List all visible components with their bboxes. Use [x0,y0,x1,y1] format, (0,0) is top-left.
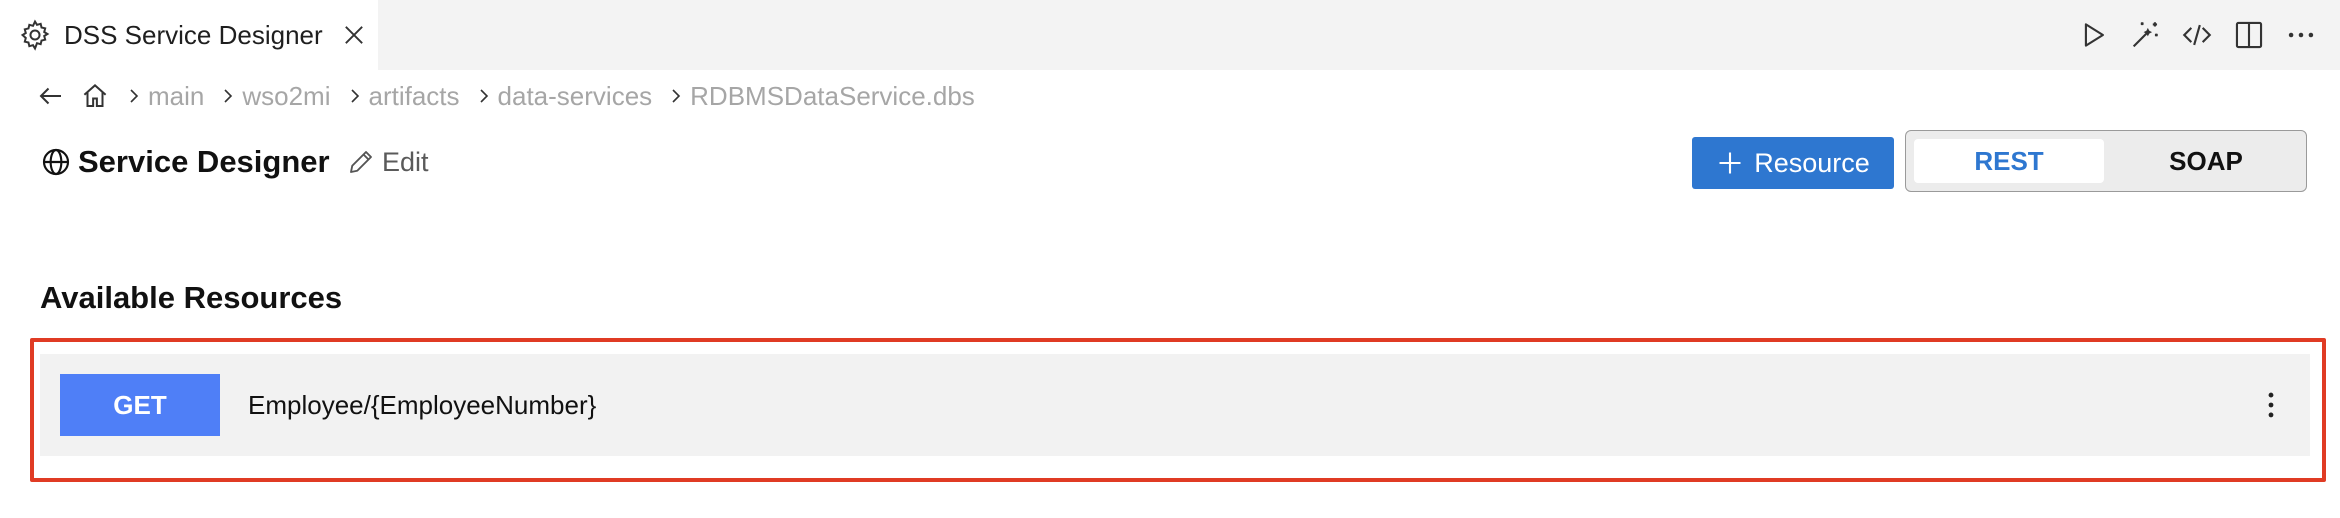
chevron-right-icon [224,89,233,103]
chevron-right-icon [350,89,359,103]
tab-title: DSS Service Designer [64,20,323,50]
chevron-right-icon [479,89,488,103]
edit-label: Edit [382,146,429,177]
edit-button[interactable]: Edit [346,144,429,180]
split-editor-icon[interactable] [2232,18,2266,52]
method-badge-get: GET [60,374,220,436]
code-icon[interactable] [2180,18,2214,52]
plus-icon [1719,152,1741,174]
add-resource-label: Resource [1754,147,1870,178]
add-resource-button[interactable]: Resource [1692,137,1894,189]
breadcrumb-item-file[interactable]: RDBMSDataService.dbs [690,81,975,112]
breadcrumb-item-wso2mi[interactable]: wso2mi [242,81,330,112]
breadcrumb-item-main[interactable]: main [148,81,204,112]
globe-icon [42,148,70,176]
resource-row[interactable]: GET Employee/{EmployeeNumber} [40,354,2310,456]
close-icon[interactable] [340,21,368,49]
magic-wand-icon[interactable] [2128,18,2162,52]
breadcrumb-item-data-services[interactable]: data-services [498,81,653,112]
editor-tab[interactable]: DSS Service Designer [0,0,378,70]
pencil-icon [350,151,372,173]
protocol-switch: REST SOAP [1905,130,2307,192]
breadcrumb-item-artifacts[interactable]: artifacts [369,81,460,112]
breadcrumb: main wso2mi artifacts data-services RDBM… [36,76,985,116]
chevron-right-icon [130,89,139,103]
home-icon[interactable] [80,81,110,111]
chevron-right-icon [672,89,681,103]
back-arrow-icon[interactable] [36,81,66,111]
more-icon[interactable] [2284,18,2318,52]
gear-icon [20,19,50,51]
page-title: Service Designer [78,144,330,179]
editor-tab-bar: DSS Service Designer [0,0,2340,70]
available-resources-title: Available Resources [40,280,343,315]
mode-soap-option[interactable]: SOAP [2112,139,2300,183]
run-icon[interactable] [2076,18,2110,52]
resource-path: Employee/{EmployeeNumber} [248,390,597,420]
kebab-menu-icon[interactable] [2254,388,2288,422]
mode-rest-option[interactable]: REST [1914,139,2104,183]
